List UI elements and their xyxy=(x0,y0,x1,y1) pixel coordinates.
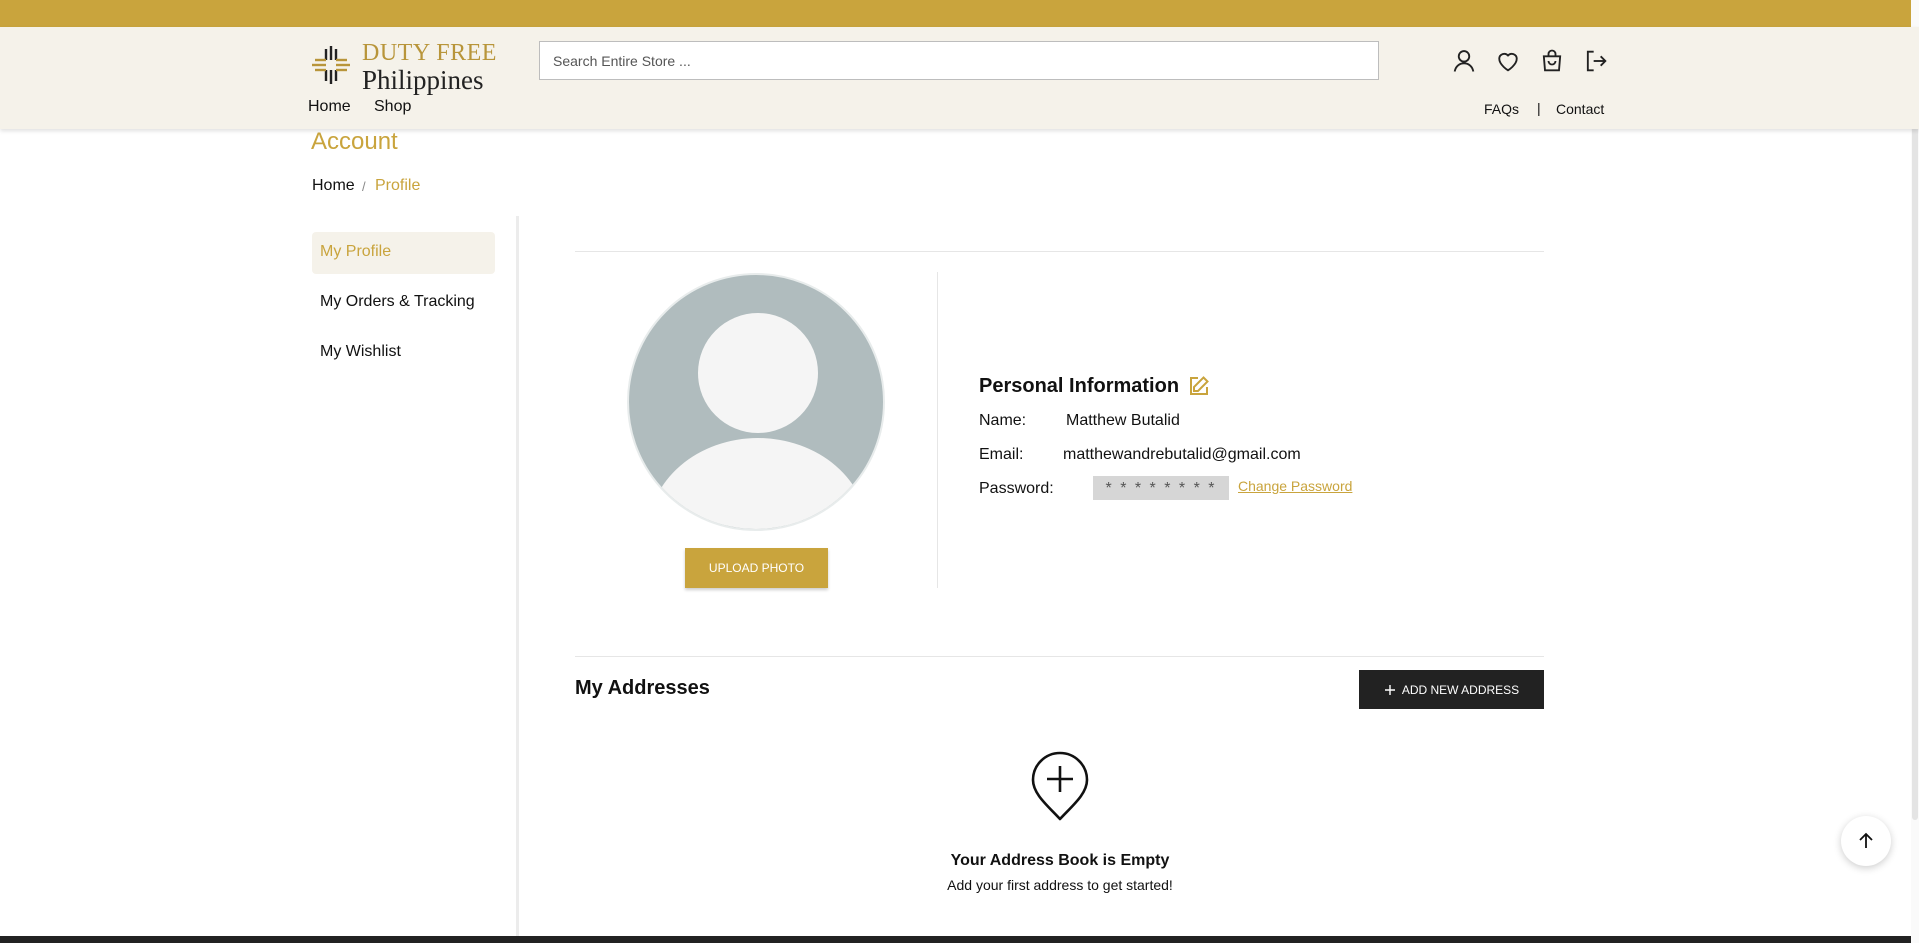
change-password-link[interactable]: Change Password xyxy=(1238,478,1352,494)
email-label: Email: xyxy=(979,446,1024,463)
logo-text-line1: DUTY FREE xyxy=(362,40,497,66)
logout-icon[interactable] xyxy=(1582,47,1610,75)
logo-text-line2: Philippines xyxy=(362,65,484,95)
site-header: DUTY FREE Philippines Home Shop FAQs | C… xyxy=(0,27,1919,129)
sidebar-divider xyxy=(516,216,519,943)
add-new-address-label: ADD NEW ADDRESS xyxy=(1401,682,1520,697)
email-value: matthewandrebutalid@gmail.com xyxy=(1063,446,1301,463)
scroll-to-top-button[interactable] xyxy=(1841,816,1891,866)
empty-address-subtitle: Add your first address to get started! xyxy=(947,877,1173,893)
nav-home[interactable]: Home xyxy=(308,98,351,116)
footer-edge xyxy=(0,936,1919,943)
addresses-title: My Addresses xyxy=(575,677,710,699)
sidebar-item-my-profile[interactable]: My Profile xyxy=(312,232,495,274)
edit-icon[interactable] xyxy=(1187,374,1211,398)
empty-address-title: Your Address Book is Empty xyxy=(950,852,1170,869)
personal-info-title: Personal Information xyxy=(979,375,1180,397)
top-accent-bar xyxy=(0,0,1919,27)
nav-separator: | xyxy=(1537,100,1541,116)
section-divider-top xyxy=(575,251,1544,252)
heart-icon[interactable] xyxy=(1494,47,1522,75)
name-value: Matthew Butalid xyxy=(1066,412,1180,429)
nav-shop[interactable]: Shop xyxy=(374,98,411,116)
password-label: Password: xyxy=(979,480,1054,497)
page-title: Account xyxy=(311,128,398,155)
location-plus-icon xyxy=(1031,751,1089,821)
breadcrumb-home[interactable]: Home xyxy=(312,177,355,195)
nav-contact[interactable]: Contact xyxy=(1556,101,1604,117)
password-mask: * * * * * * * * xyxy=(1093,476,1229,500)
sidebar-item-my-wishlist[interactable]: My Wishlist xyxy=(312,332,495,374)
name-label: Name: xyxy=(979,412,1027,429)
nav-faqs[interactable]: FAQs xyxy=(1484,101,1519,117)
avatar xyxy=(627,273,885,531)
add-new-address-button[interactable]: ADD NEW ADDRESS xyxy=(1359,670,1544,709)
profile-vertical-divider xyxy=(937,272,938,588)
breadcrumb-separator: / xyxy=(362,179,366,194)
bag-icon[interactable] xyxy=(1538,47,1566,75)
sidebar-item-my-orders[interactable]: My Orders & Tracking xyxy=(312,282,495,324)
search-input[interactable] xyxy=(539,41,1379,80)
site-logo[interactable]: DUTY FREE Philippines xyxy=(310,38,510,95)
logo-mark-icon xyxy=(312,46,350,84)
arrow-up-icon xyxy=(1859,832,1873,848)
upload-photo-button[interactable]: UPLOAD PHOTO xyxy=(685,548,828,588)
plus-icon xyxy=(1384,684,1395,695)
avatar-placeholder-icon xyxy=(648,313,868,529)
user-icon[interactable] xyxy=(1450,47,1478,75)
section-divider-addresses xyxy=(575,656,1544,657)
breadcrumb-current: Profile xyxy=(375,177,421,194)
scrollbar-thumb[interactable] xyxy=(1912,40,1918,820)
